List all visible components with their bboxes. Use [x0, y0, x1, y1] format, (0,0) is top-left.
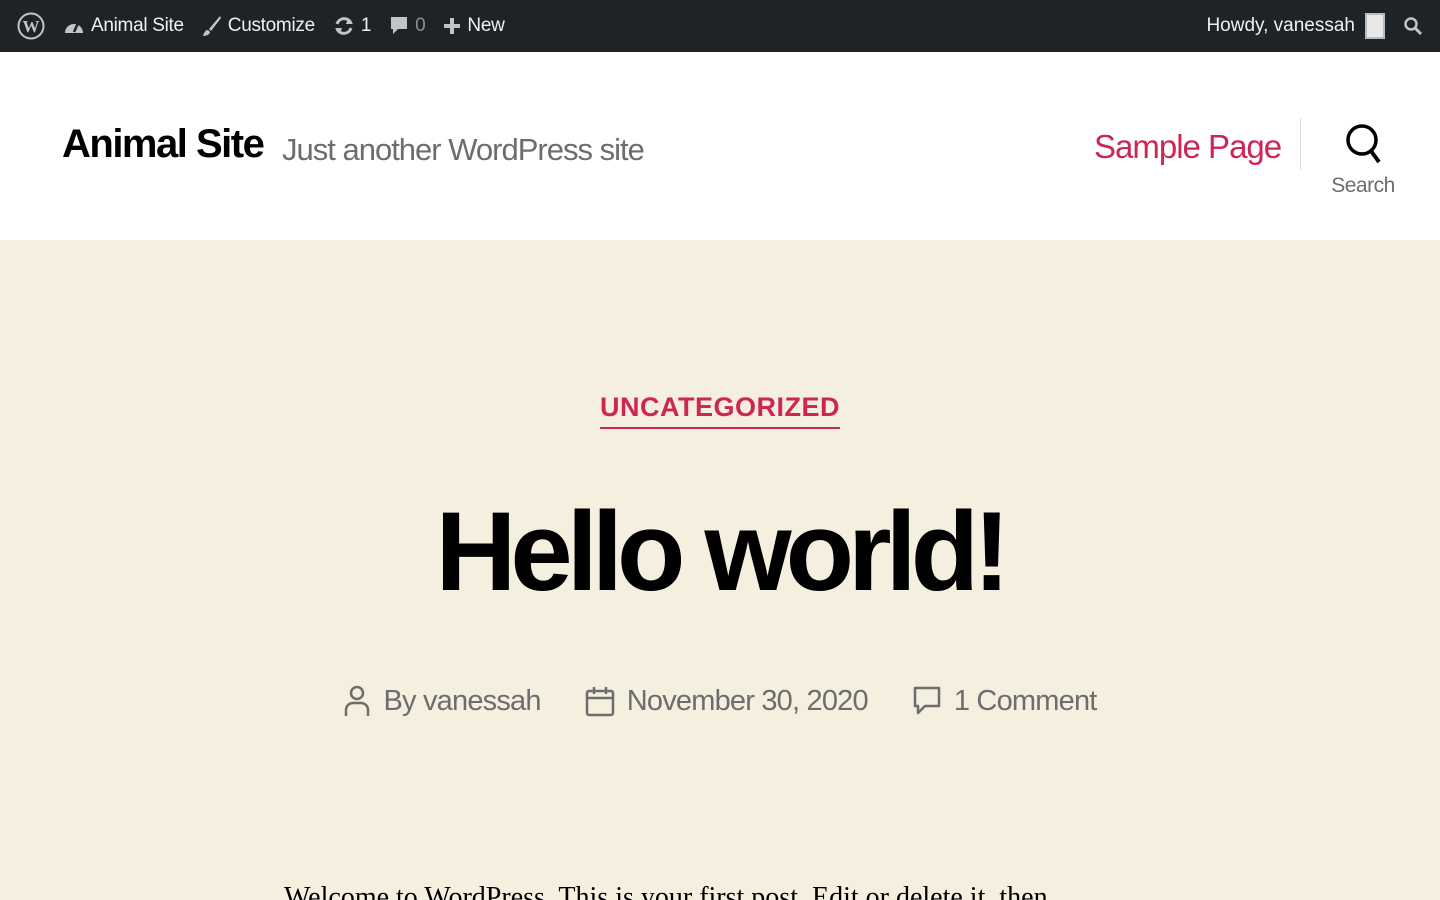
comments-link-text[interactable]: 1 Comment [954, 685, 1097, 718]
search-label: Search [1331, 174, 1395, 197]
comment-bubble-icon [391, 17, 408, 34]
plus-icon [444, 18, 461, 34]
date-link[interactable]: November 30, 2020 [627, 685, 869, 718]
wordpress-icon: W [17, 12, 45, 40]
calendar-icon [585, 687, 614, 717]
my-account-menu[interactable]: Howdy, vanessah [1197, 0, 1394, 52]
category-link[interactable]: UNCATEGORIZED [600, 392, 840, 429]
author-link[interactable]: By vanessah [383, 685, 541, 718]
brush-icon [202, 16, 221, 36]
post-date: November 30, 2020 [585, 685, 869, 718]
site-title[interactable]: Animal Site [62, 122, 265, 167]
search-toggle-button[interactable]: Search [1322, 120, 1404, 214]
admin-bar-secondary: Howdy, vanessah [1197, 0, 1432, 52]
nav-item-sample-page[interactable]: Sample Page [1094, 128, 1282, 166]
post-entry: UNCATEGORIZED Hello world! By vanessah N… [0, 240, 1440, 900]
post-excerpt: Welcome to WordPress. This is your first… [284, 882, 1048, 900]
search-icon [1346, 124, 1381, 164]
site-name-menu[interactable]: Animal Site [54, 0, 193, 52]
site-name-label: Animal Site [91, 15, 184, 36]
post-meta: By vanessah November 30, 2020 1 Comment [0, 684, 1440, 718]
site-header: Animal Site Just another WordPress site … [0, 52, 1440, 240]
updates-link[interactable]: 1 [324, 0, 380, 52]
user-icon [345, 685, 370, 716]
post-title: Hello world! [435, 489, 1011, 614]
howdy-label: Howdy, vanessah [1206, 15, 1355, 36]
admin-bar: W Animal Site Customize 1 0 New Howdy, v… [0, 0, 1440, 52]
header-divider [1300, 118, 1301, 170]
dashboard-icon [65, 22, 83, 33]
avatar [1365, 13, 1385, 39]
customize-link[interactable]: Customize [193, 0, 324, 52]
admin-search-button[interactable] [1394, 0, 1432, 52]
updates-icon [334, 17, 353, 35]
updates-count: 1 [360, 15, 372, 36]
post-comments: 1 Comment [912, 685, 1097, 718]
comment-icon [913, 686, 941, 715]
comments-count: 0 [415, 15, 426, 36]
wordpress-logo-menu[interactable]: W [8, 0, 54, 52]
new-label: New [467, 15, 505, 36]
post-author: By vanessah [343, 684, 542, 718]
site-description: Just another WordPress site [282, 132, 645, 167]
svg-text:W: W [23, 17, 40, 36]
search-icon [1404, 17, 1423, 36]
post-category: UNCATEGORIZED [0, 392, 1440, 429]
comments-link[interactable]: 0 [380, 0, 434, 52]
new-content-menu[interactable]: New [434, 0, 513, 52]
customize-label: Customize [227, 15, 315, 36]
